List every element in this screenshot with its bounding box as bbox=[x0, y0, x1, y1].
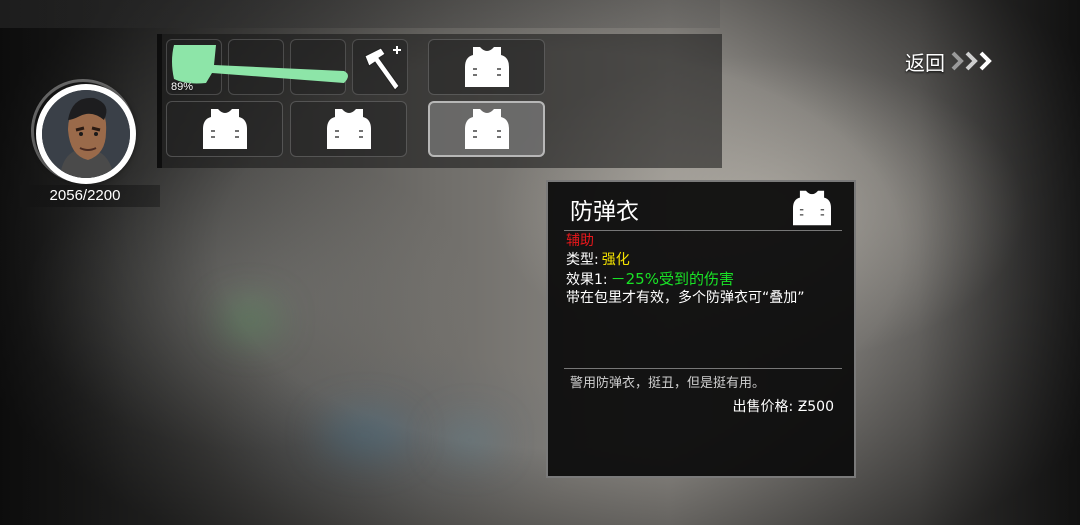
item-effect-row: 效果1: －25%受到的伤害 bbox=[566, 270, 734, 290]
vest-icon bbox=[464, 109, 509, 149]
item-type-label: 类型: bbox=[566, 252, 599, 268]
chevrons-right-icon bbox=[951, 51, 992, 71]
hammer-icon bbox=[364, 46, 401, 91]
item-title: 防弹衣 bbox=[570, 199, 639, 225]
item-type-row: 类型: 强化 bbox=[566, 251, 630, 270]
item-price: 出售价格: Ƶ500 bbox=[733, 396, 834, 416]
axe-durability: 89% bbox=[171, 81, 194, 93]
vest-icon bbox=[326, 109, 371, 149]
return-label: 返回 bbox=[905, 50, 945, 75]
item-tooltip: 防弹衣 辅助 类型: 强化 效果1: －25%受到的伤害 带在包里才有效，多个防弹衣… bbox=[546, 180, 856, 478]
vest-icon bbox=[464, 47, 509, 87]
inventory-slot-vest-1[interactable] bbox=[428, 39, 545, 95]
player-avatar[interactable] bbox=[36, 84, 136, 184]
divider bbox=[564, 230, 842, 231]
inventory-slot-vest-2[interactable] bbox=[166, 101, 283, 157]
item-effect-label: 效果1: bbox=[566, 272, 608, 288]
vest-icon bbox=[793, 190, 831, 226]
price-value: Ƶ500 bbox=[797, 399, 834, 415]
item-category: 辅助 bbox=[566, 233, 594, 249]
axe-icon[interactable] bbox=[166, 39, 348, 95]
item-flavor-text: 警用防弹衣，挺丑，但是挺有用。 bbox=[570, 376, 766, 391]
item-type-value: 强化 bbox=[601, 252, 630, 268]
divider bbox=[564, 368, 842, 369]
inventory-slot-vest-3[interactable] bbox=[290, 101, 407, 157]
price-label: 出售价格: bbox=[732, 399, 794, 415]
return-button[interactable]: 返回 bbox=[905, 46, 995, 76]
player-hp: 2056/2200 bbox=[49, 187, 121, 204]
item-effect-value: －25%受到的伤害 bbox=[610, 270, 734, 288]
item-description: 带在包里才有效，多个防弹衣可“叠加” bbox=[566, 290, 805, 306]
vest-icon bbox=[202, 109, 247, 149]
inventory-slot-vest-selected[interactable] bbox=[428, 101, 545, 157]
inventory-slot-hammer[interactable] bbox=[352, 39, 408, 95]
